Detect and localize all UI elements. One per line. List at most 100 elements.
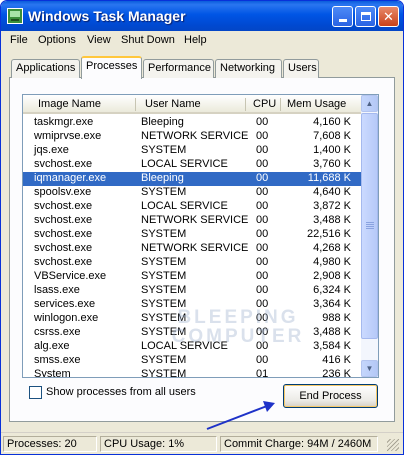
cell-cpu: 00 bbox=[256, 242, 269, 254]
end-process-button[interactable]: End Process bbox=[283, 384, 378, 408]
tab-processes[interactable]: Processes bbox=[81, 56, 142, 79]
cell-cpu: 00 bbox=[256, 214, 269, 226]
cell-cpu: 00 bbox=[256, 298, 269, 310]
cell-cpu: 00 bbox=[256, 172, 269, 184]
cell-cpu: 00 bbox=[256, 354, 269, 366]
cell-user-name: SYSTEM bbox=[141, 186, 187, 198]
scroll-up-button[interactable]: ▲ bbox=[361, 95, 378, 112]
table-row[interactable]: alg.exe LOCAL SERVICE 00 3,584 K bbox=[23, 340, 362, 354]
table-row[interactable]: winlogon.exe SYSTEM 00 988 K bbox=[23, 312, 362, 326]
cell-image-name: svchost.exe bbox=[34, 228, 93, 240]
column-mem-usage[interactable]: Mem Usage bbox=[287, 98, 346, 110]
thumb-grip bbox=[366, 224, 374, 225]
table-row[interactable]: spoolsv.exe SYSTEM 00 4,640 K bbox=[23, 186, 362, 200]
cell-image-name: winlogon.exe bbox=[34, 312, 99, 324]
table-row[interactable]: svchost.exe LOCAL SERVICE 00 3,760 K bbox=[23, 158, 362, 172]
cell-user-name: SYSTEM bbox=[141, 354, 187, 366]
cell-mem-usage: 236 K bbox=[322, 368, 351, 378]
scroll-down-button[interactable]: ▼ bbox=[361, 360, 378, 377]
table-row[interactable]: svchost.exe SYSTEM 00 4,980 K bbox=[23, 256, 362, 270]
cell-user-name: SYSTEM bbox=[141, 298, 187, 310]
cell-image-name: svchost.exe bbox=[34, 200, 93, 212]
cell-cpu: 00 bbox=[256, 256, 269, 268]
tab-performance[interactable]: Performance bbox=[143, 59, 214, 78]
cell-image-name: alg.exe bbox=[34, 340, 70, 352]
cell-image-name: VBService.exe bbox=[34, 270, 107, 282]
cell-image-name: svchost.exe bbox=[34, 214, 93, 226]
task-manager-icon bbox=[7, 8, 23, 24]
cell-cpu: 00 bbox=[256, 340, 269, 352]
table-row[interactable]: jqs.exe SYSTEM 00 1,400 K bbox=[23, 144, 362, 158]
menu-shut-down[interactable]: Shut Down bbox=[121, 34, 175, 46]
cell-cpu: 00 bbox=[256, 130, 269, 142]
status-processes: Processes: 20 bbox=[3, 436, 97, 452]
minimize-button[interactable] bbox=[332, 6, 353, 27]
show-all-processes-label[interactable]: Show processes from all users bbox=[46, 386, 196, 398]
cell-cpu: 00 bbox=[256, 144, 269, 156]
cell-user-name: LOCAL SERVICE bbox=[141, 200, 228, 212]
table-row[interactable]: svchost.exe SYSTEM 00 22,516 K bbox=[23, 228, 362, 242]
cell-image-name: svchost.exe bbox=[34, 256, 93, 268]
cell-user-name: Bleeping bbox=[141, 172, 184, 184]
vertical-scrollbar[interactable]: ▲ ▼ bbox=[361, 95, 378, 377]
cell-image-name: svchost.exe bbox=[34, 158, 93, 170]
cell-cpu: 00 bbox=[256, 284, 269, 296]
cell-mem-usage: 3,488 K bbox=[313, 214, 351, 226]
table-row[interactable]: taskmgr.exe Bleeping 00 4,160 K bbox=[23, 116, 362, 130]
cell-cpu: 00 bbox=[256, 200, 269, 212]
table-row[interactable]: svchost.exe NETWORK SERVICE 00 4,268 K bbox=[23, 242, 362, 256]
column-divider[interactable] bbox=[245, 98, 246, 111]
column-divider[interactable] bbox=[280, 98, 281, 111]
cell-mem-usage: 4,980 K bbox=[313, 256, 351, 268]
table-row[interactable]: wmiprvse.exe NETWORK SERVICE 00 7,608 K bbox=[23, 130, 362, 144]
cell-image-name: System bbox=[34, 368, 71, 378]
table-row[interactable]: svchost.exe LOCAL SERVICE 00 3,872 K bbox=[23, 200, 362, 214]
tab-users[interactable]: Users bbox=[283, 59, 319, 78]
cell-user-name: LOCAL SERVICE bbox=[141, 158, 228, 170]
tab-applications[interactable]: Applications bbox=[11, 59, 80, 78]
cell-image-name: smss.exe bbox=[34, 354, 81, 366]
cell-mem-usage: 3,872 K bbox=[313, 200, 351, 212]
cell-mem-usage: 4,160 K bbox=[313, 116, 351, 128]
cell-image-name: lsass.exe bbox=[34, 284, 80, 296]
task-manager-window: Windows Task Manager ✕ File Options View… bbox=[0, 0, 404, 455]
menu-view[interactable]: View bbox=[87, 34, 111, 46]
column-divider[interactable] bbox=[135, 98, 136, 111]
tab-networking[interactable]: Networking bbox=[215, 59, 282, 78]
table-row[interactable]: csrss.exe SYSTEM 00 3,488 K bbox=[23, 326, 362, 340]
cell-mem-usage: 11,688 K bbox=[307, 172, 351, 184]
cell-user-name: SYSTEM bbox=[141, 326, 187, 338]
table-row[interactable]: smss.exe SYSTEM 00 416 K bbox=[23, 354, 362, 368]
show-all-processes-checkbox[interactable] bbox=[29, 386, 42, 399]
cell-user-name: SYSTEM bbox=[141, 368, 187, 378]
cell-user-name: SYSTEM bbox=[141, 284, 187, 296]
menu-options[interactable]: Options bbox=[38, 34, 76, 46]
table-row[interactable]: iqmanager.exe Bleeping 00 11,688 K bbox=[23, 172, 362, 186]
process-list[interactable]: Image Name User Name CPU Mem Usage taskm… bbox=[22, 94, 379, 378]
cell-cpu: 00 bbox=[256, 116, 269, 128]
thumb-grip bbox=[366, 226, 374, 227]
cell-user-name: SYSTEM bbox=[141, 144, 187, 156]
column-user-name[interactable]: User Name bbox=[145, 98, 201, 110]
cell-user-name: Bleeping bbox=[141, 116, 184, 128]
cell-mem-usage: 4,640 K bbox=[313, 186, 351, 198]
cell-image-name: spoolsv.exe bbox=[34, 186, 92, 198]
menu-file[interactable]: File bbox=[10, 34, 28, 46]
close-icon: ✕ bbox=[383, 8, 394, 24]
title-bar[interactable]: Windows Task Manager ✕ bbox=[1, 1, 403, 31]
scroll-thumb[interactable] bbox=[361, 113, 378, 339]
table-row[interactable]: VBService.exe SYSTEM 00 2,908 K bbox=[23, 270, 362, 284]
maximize-button[interactable] bbox=[355, 6, 376, 27]
menu-help[interactable]: Help bbox=[184, 34, 207, 46]
column-cpu[interactable]: CPU bbox=[253, 98, 276, 110]
table-row[interactable]: services.exe SYSTEM 00 3,364 K bbox=[23, 298, 362, 312]
maximize-icon bbox=[360, 12, 371, 21]
resize-grip[interactable] bbox=[387, 439, 399, 451]
cell-user-name: SYSTEM bbox=[141, 270, 187, 282]
cell-user-name: LOCAL SERVICE bbox=[141, 340, 228, 352]
table-row[interactable]: System SYSTEM 01 236 K bbox=[23, 368, 362, 378]
column-image-name[interactable]: Image Name bbox=[38, 98, 101, 110]
table-row[interactable]: lsass.exe SYSTEM 00 6,324 K bbox=[23, 284, 362, 298]
close-button[interactable]: ✕ bbox=[378, 6, 399, 27]
table-row[interactable]: svchost.exe NETWORK SERVICE 00 3,488 K bbox=[23, 214, 362, 228]
